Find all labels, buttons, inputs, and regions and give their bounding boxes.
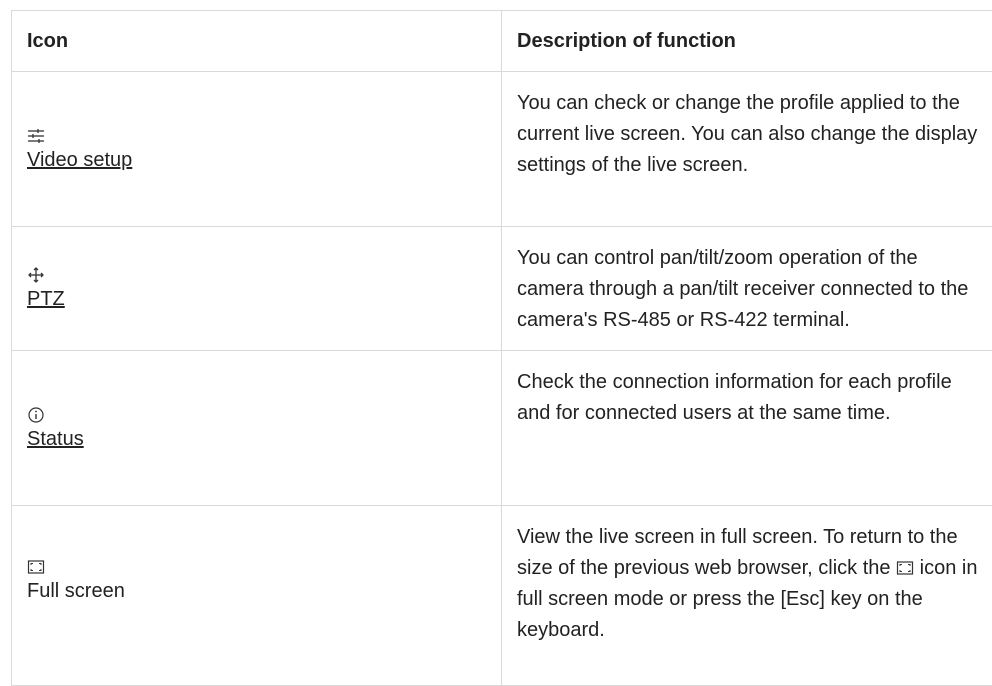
ptz-link[interactable]: PTZ: [27, 287, 486, 311]
function-table: Icon Description of function Video setup…: [11, 10, 992, 686]
description-cell: Check the connection information for eac…: [517, 371, 952, 424]
fullscreen-icon: [27, 558, 45, 576]
sliders-icon: [27, 127, 45, 145]
table-header-row: Icon Description of function: [12, 11, 992, 72]
info-circle-icon: [27, 406, 45, 424]
table-row: Status Check the connection information …: [12, 351, 992, 506]
header-icon-cell: Icon: [12, 11, 502, 71]
table-row: PTZ You can control pan/tilt/zoom operat…: [12, 227, 992, 351]
description-text-before: View the live screen in full screen. To …: [517, 526, 958, 579]
icon-cell: Full screen: [12, 506, 502, 685]
table-row: Video setup You can check or change the …: [12, 72, 992, 227]
status-link[interactable]: Status: [27, 427, 486, 451]
full-screen-label: Full screen: [27, 580, 125, 602]
fullscreen-inline-icon: [896, 554, 914, 575]
header-description-label: Description of function: [517, 29, 736, 52]
icon-cell: Status: [12, 351, 502, 505]
move-arrows-icon: [27, 266, 45, 284]
header-icon-label: Icon: [27, 29, 69, 52]
description-cell: You can check or change the profile appl…: [517, 92, 978, 176]
video-setup-link[interactable]: Video setup: [27, 148, 486, 172]
description-cell: You can control pan/tilt/zoom operation …: [517, 247, 969, 331]
icon-cell: PTZ: [12, 227, 502, 350]
header-description-cell: Description of function: [502, 11, 992, 71]
description-cell: View the live screen in full screen. To …: [502, 506, 992, 685]
table-row: Full screen View the live screen in full…: [12, 506, 992, 686]
icon-cell: Video setup: [12, 72, 502, 226]
